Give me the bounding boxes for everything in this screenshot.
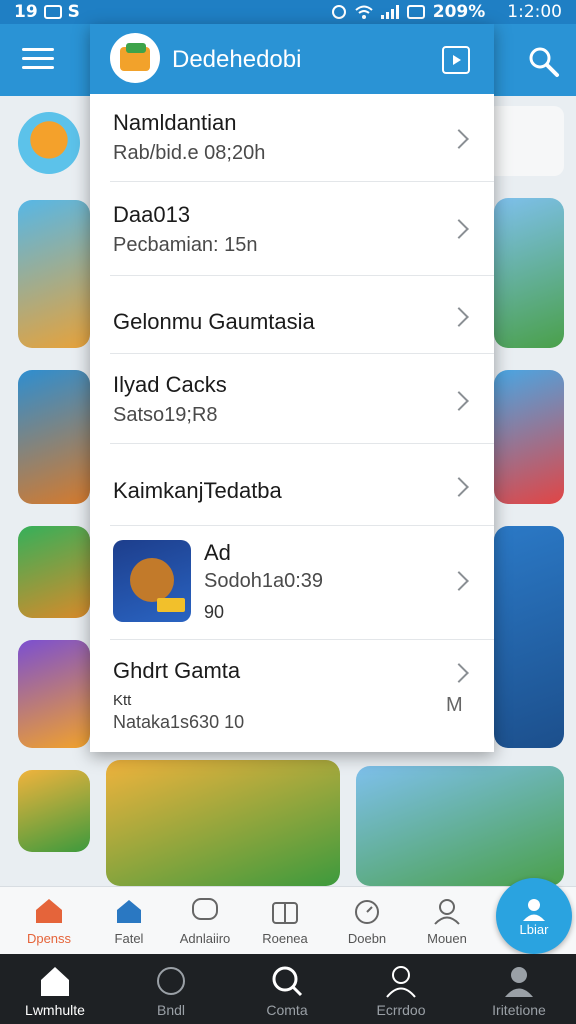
house-icon [117, 900, 141, 923]
menu-icon[interactable] [22, 48, 54, 72]
chevron-right-icon [449, 663, 469, 683]
nav-chat[interactable]: Bndl [116, 954, 226, 1024]
list-item[interactable]: Ilyad Cacks Satso19;R8 [110, 354, 494, 444]
item-subtitle: Rab/bid.e 08;20h [113, 142, 266, 164]
people-icon [434, 899, 460, 925]
item-subtitle: Nataka1s630 10 [113, 712, 245, 732]
chevron-right-icon [449, 391, 469, 411]
tab-label: Doebn [347, 931, 387, 946]
stopwatch-icon [355, 900, 379, 924]
chevron-right-icon [449, 219, 469, 239]
game-tile[interactable] [18, 370, 90, 504]
home-icon [36, 899, 62, 923]
status-bar: 19 S 209% 1:2:00 [0, 0, 576, 24]
panel-header: Dedehedobi [90, 24, 494, 94]
nav-home[interactable]: Lwmhulte [0, 954, 110, 1024]
list-item[interactable]: Daa013 Pecbamian: 15n [110, 182, 494, 276]
list-item[interactable]: Ad Sodoh1a0:39 90 [110, 526, 494, 640]
tab-chat[interactable]: Adnlaiiro [166, 887, 244, 955]
game-tile[interactable] [18, 640, 90, 748]
item-value: 90 [204, 602, 225, 622]
tab-gifts[interactable]: Roenea [246, 887, 324, 955]
status-left-letter: S [67, 2, 80, 22]
tab-label: Mouen [427, 931, 467, 946]
game-tile[interactable] [494, 198, 564, 348]
nav-label: Lwmhulte [25, 1002, 85, 1018]
tab-featured[interactable]: Fatel [90, 887, 168, 955]
game-tile[interactable] [18, 770, 90, 852]
alarm-icon [331, 5, 346, 19]
play-icon[interactable] [442, 46, 470, 74]
nav-label: Iritetione [492, 1002, 546, 1018]
featured-game-tile[interactable] [356, 766, 564, 886]
signal-icon [380, 5, 399, 19]
tab-label: Fatel [114, 931, 144, 946]
item-title: Daa013 [113, 202, 191, 227]
item-subtitle: Satso19;R8 [113, 404, 218, 426]
tab-home[interactable]: Dpenss [10, 887, 88, 955]
battery-text: 209% [432, 2, 486, 22]
app-logo [110, 33, 160, 83]
item-subtitle: Pecbamian: 15n [113, 234, 258, 256]
nav-label: Ecrrdoo [376, 1002, 426, 1018]
game-thumbnail [113, 540, 191, 622]
system-nav-bar: Lwmhulte Bndl Comta Ecrrdoo Iritetione [0, 954, 576, 1024]
search-icon[interactable] [526, 44, 560, 78]
tab-people[interactable]: Mouen [408, 887, 486, 955]
mail-icon [43, 5, 62, 19]
chevron-right-icon [449, 307, 469, 327]
tab-label: Dpenss [26, 931, 72, 946]
item-title: KaimkanjTedatba [113, 478, 282, 503]
game-tile[interactable] [18, 200, 90, 348]
background-card [486, 106, 564, 176]
item-tag: Ktt [113, 692, 132, 709]
status-left-text: 19 [14, 2, 38, 22]
nav-search[interactable]: Comta [232, 954, 342, 1024]
character-avatar[interactable] [18, 112, 80, 174]
chevron-right-icon [449, 571, 469, 591]
game-tile[interactable] [494, 370, 564, 504]
tab-label: Roenea [262, 931, 308, 946]
game-tile[interactable] [18, 526, 90, 618]
gift-icon [272, 902, 298, 924]
featured-game-tile[interactable] [106, 760, 340, 886]
list-item[interactable]: KaimkanjTedatba [110, 444, 494, 526]
nav-label: Bndl [156, 1002, 186, 1018]
item-subtitle: Sodoh1a0:39 [204, 570, 324, 592]
chat-icon [157, 967, 185, 995]
tab-timer[interactable]: Doebn [328, 887, 406, 955]
game-tile[interactable] [494, 526, 564, 748]
dropdown-panel: Dedehedobi Namldantian Rab/bid.e 08;20h … [90, 24, 494, 752]
list-item[interactable]: Gelonmu Gaumtasia [110, 276, 494, 354]
person-icon [386, 966, 416, 998]
home-icon [41, 967, 69, 996]
fab-button[interactable]: Lbiar [496, 878, 572, 954]
profile-icon [505, 967, 533, 997]
search-icon [272, 966, 303, 997]
item-title: Ad [204, 540, 231, 565]
panel-title: Dedehedobi [172, 46, 302, 73]
battery-icon [406, 5, 425, 19]
nav-account[interactable]: Ecrrdoo [346, 954, 456, 1024]
tab-label: Adnlaiiro [179, 931, 231, 946]
nav-profile[interactable]: Iritetione [464, 954, 574, 1024]
chevron-right-icon [449, 477, 469, 497]
clock: 1:2:00 [507, 2, 562, 22]
list-item[interactable]: Ghdrt Gamta Ktt Nataka1s630 10 M [110, 640, 494, 752]
item-mark: M [446, 694, 463, 716]
item-title: Ilyad Cacks [113, 372, 227, 397]
item-title: Gelonmu Gaumtasia [113, 309, 315, 334]
user-icon [523, 898, 545, 921]
app-tab-bar: Dpenss Fatel Adnlaiiro Roenea Doebn Moue… [0, 886, 576, 954]
item-title: Namldantian [113, 110, 237, 135]
item-title: Ghdrt Gamta [113, 658, 241, 683]
fab-label: Lbiar [519, 921, 549, 937]
nav-label: Comta [266, 1002, 308, 1018]
list-item[interactable]: Namldantian Rab/bid.e 08;20h [110, 94, 494, 182]
chevron-right-icon [449, 129, 469, 149]
chat-bubble-icon [192, 898, 218, 920]
wifi-icon [355, 5, 373, 19]
